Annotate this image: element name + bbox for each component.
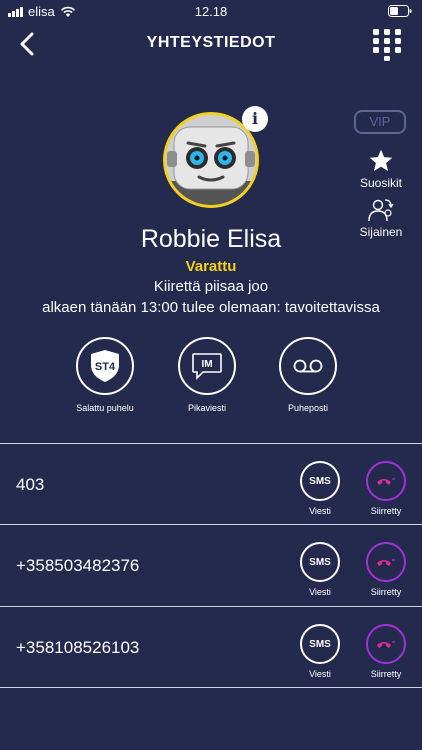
contact-avatar[interactable]: i — [163, 106, 268, 208]
sms-circle: SMS — [300, 542, 340, 582]
forwarded-label: Siirretty — [370, 587, 402, 597]
dialpad-button[interactable] — [370, 26, 404, 62]
forwarded-call-button[interactable]: Siirretty — [361, 624, 411, 679]
voicemail-label: Puheposti — [287, 403, 329, 413]
favorites-label: Suosikit — [359, 176, 403, 190]
presence-status: Varattu — [185, 258, 237, 275]
phone-number: +358503482376 — [16, 556, 140, 575]
forwarded-circle — [366, 624, 406, 664]
header: YHTEYSTIEDOT — [0, 24, 422, 64]
forwarded-call-button[interactable]: Siirretty — [361, 461, 411, 516]
phone-forward-icon — [377, 478, 395, 485]
forwarded-call-button[interactable]: Siirretty — [361, 542, 411, 597]
forwarded-circle — [366, 542, 406, 582]
st4-text: ST4 — [95, 361, 116, 373]
substitute-person-icon — [368, 199, 394, 222]
sms-button[interactable]: SMS Viesti — [295, 461, 345, 516]
sms-label: Viesti — [309, 506, 331, 516]
dialpad-icon — [373, 29, 401, 61]
clock: 12.18 — [194, 4, 228, 19]
sms-button[interactable]: SMS Viesti — [295, 624, 345, 679]
sms-circle: SMS — [300, 461, 340, 501]
number-row[interactable]: +358108526103 SMS Viesti Siirretty — [0, 606, 422, 688]
sms-label: Viesti — [309, 587, 331, 597]
im-text: IM — [201, 359, 212, 370]
voicemail-button[interactable]: Puheposti — [268, 337, 348, 413]
robot-avatar-icon — [166, 115, 256, 205]
instant-message-button[interactable]: IM Pikaviesti — [167, 337, 247, 413]
info-badge[interactable]: i — [242, 106, 268, 132]
sms-label: Viesti — [309, 669, 331, 679]
star-icon — [369, 149, 393, 171]
number-row[interactable]: 403 SMS Viesti Siirretty — [0, 443, 422, 524]
voicemail-icon — [293, 359, 323, 373]
forwarded-circle — [366, 461, 406, 501]
instant-message-circle: IM — [178, 337, 236, 395]
sms-circle: SMS — [300, 624, 340, 664]
future-status: alkaen tänään 13:00 tulee olemaan: tavoi… — [42, 299, 380, 316]
phone-forward-icon — [377, 641, 395, 648]
forwarded-label: Siirretty — [370, 669, 402, 679]
sms-button[interactable]: SMS Viesti — [295, 542, 345, 597]
favorites-button[interactable]: Suosikit — [351, 148, 411, 190]
phone-number: 403 — [16, 475, 45, 494]
voicemail-circle — [279, 337, 337, 395]
page-title: YHTEYSTIEDOT — [146, 34, 276, 51]
battery-icon — [388, 5, 412, 20]
contact-name: Robbie Elisa — [140, 225, 282, 253]
number-row[interactable]: +358503482376 SMS Viesti Siirretty — [0, 524, 422, 605]
vip-button[interactable]: VIP — [354, 110, 406, 134]
phone-number: +358108526103 — [16, 638, 140, 657]
instant-message-label: Pikaviesti — [187, 403, 226, 413]
encrypted-call-label: Salattu puhelu — [76, 403, 134, 413]
forwarded-label: Siirretty — [370, 506, 402, 516]
status-bar: elisa 12.18 — [0, 0, 422, 24]
encrypted-call-circle: ST4 — [76, 337, 134, 395]
im-bubble-icon: IM — [192, 353, 222, 380]
status-message: Kiirettä piisaa joo — [153, 278, 269, 295]
st4-shield-icon: ST4 — [91, 350, 119, 382]
encrypted-call-button[interactable]: ST4 Salattu puhelu — [65, 337, 145, 413]
phone-forward-icon — [377, 559, 395, 566]
